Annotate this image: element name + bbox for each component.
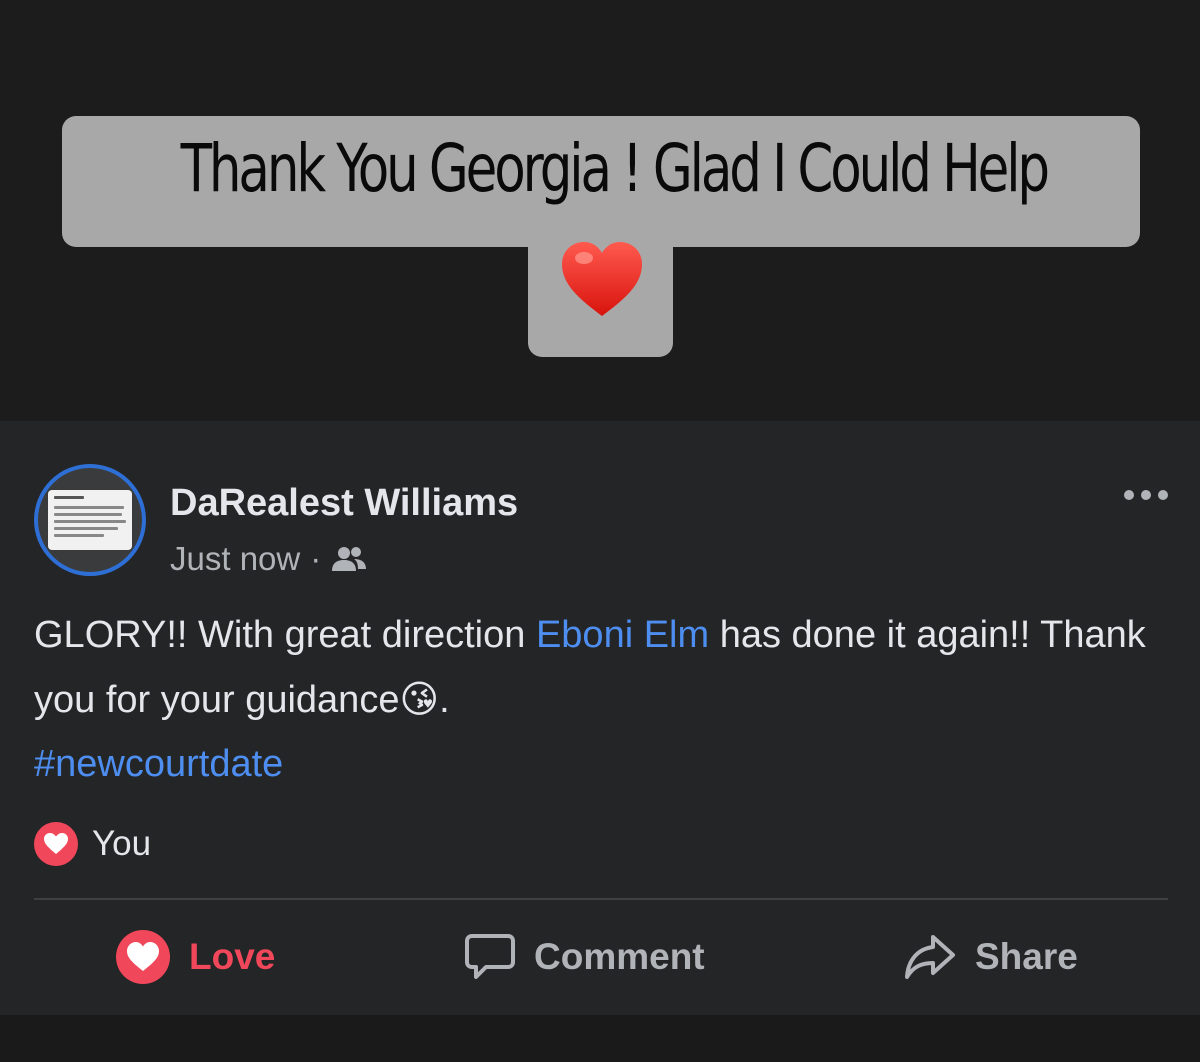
reaction-summary[interactable]: You bbox=[34, 822, 151, 866]
share-label: Share bbox=[975, 936, 1078, 977]
love-icon bbox=[115, 929, 171, 985]
more-options-button[interactable] bbox=[1122, 478, 1170, 508]
timestamp[interactable]: Just now bbox=[170, 540, 300, 578]
body-text-1: GLORY!! With great direction bbox=[34, 614, 536, 656]
share-icon bbox=[903, 933, 957, 981]
love-reaction-icon bbox=[34, 822, 78, 866]
body-text-3: . bbox=[439, 679, 450, 721]
author-name[interactable]: DaRealest Williams bbox=[170, 482, 518, 525]
dot-icon bbox=[1141, 490, 1151, 500]
post-body: GLORY!! With great direction Eboni Elm h… bbox=[34, 603, 1164, 796]
dot-icon bbox=[1158, 490, 1168, 500]
red-heart-icon bbox=[562, 242, 642, 316]
dot-icon bbox=[1124, 490, 1134, 500]
reaction-names: You bbox=[92, 824, 152, 863]
comment-icon bbox=[464, 932, 516, 982]
love-label: Love bbox=[189, 936, 276, 977]
avatar-image bbox=[48, 490, 132, 550]
mention-link[interactable]: Eboni Elm bbox=[536, 614, 709, 656]
avatar[interactable] bbox=[34, 464, 146, 576]
comment-button[interactable]: Comment bbox=[464, 926, 705, 988]
friends-icon bbox=[332, 547, 367, 571]
comment-label: Comment bbox=[534, 936, 705, 977]
next-post-edge bbox=[0, 1015, 1200, 1062]
hashtag-link[interactable]: #newcourtdate bbox=[34, 743, 283, 785]
caption-text: Thank You Georgia ! Glad I Could Help bbox=[180, 130, 1051, 207]
divider bbox=[34, 898, 1168, 900]
kiss-emoji: 😘 bbox=[399, 677, 440, 721]
share-button[interactable]: Share bbox=[903, 926, 1078, 988]
post-meta: Just now · bbox=[170, 540, 367, 578]
meta-separator: · bbox=[310, 540, 322, 577]
love-button[interactable]: Love bbox=[115, 926, 275, 988]
